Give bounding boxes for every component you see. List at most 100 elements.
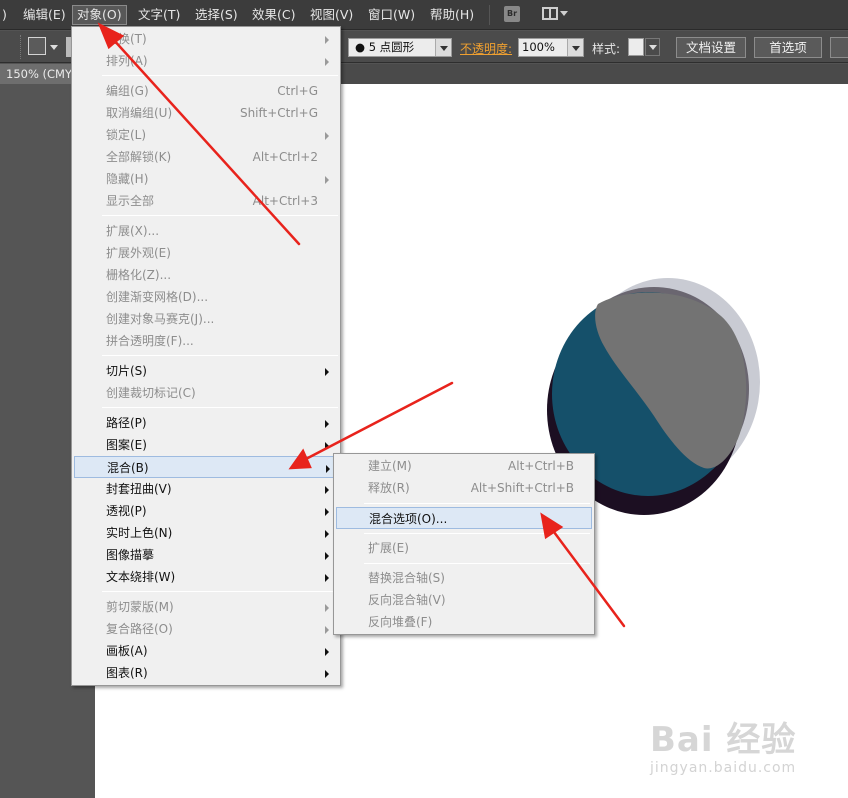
menu-item-label: 栅格化(Z)... (106, 268, 172, 282)
brush-profile-value: ● 5 点圆形 (355, 40, 415, 54)
menu-item-expand[interactable]: 扩展(X)... (74, 220, 338, 242)
menu-item-envelope-distort[interactable]: 封套扭曲(V) (74, 478, 338, 500)
menu-select[interactable]: 选择(S) (191, 5, 242, 25)
menu-item-label: 切片(S) (106, 364, 147, 378)
opacity-select[interactable]: 100% (518, 38, 584, 57)
menu-separator (102, 355, 338, 356)
menu-item-label: 建立(M) (368, 459, 412, 473)
submenu-arrow-icon (325, 604, 329, 612)
menu-item-label: 锁定(L) (106, 128, 147, 142)
watermark-logo: Bai 经验 (650, 720, 797, 760)
menu-separator (102, 215, 338, 216)
menubar-divider (489, 5, 490, 25)
bridge-icon[interactable]: Br (504, 6, 520, 22)
blend-item-expand[interactable]: 扩展(E) (336, 537, 592, 559)
menu-item-create-gradient-mesh[interactable]: 创建渐变网格(D)... (74, 286, 338, 308)
menu-item-label: 混合选项(O)... (369, 512, 448, 526)
workspace-switcher-icon[interactable] (542, 6, 570, 22)
menu-window[interactable]: 窗口(W) (364, 5, 419, 25)
menu-item-image-trace[interactable]: 图像描摹 (74, 544, 338, 566)
menu-partial[interactable]: ) (0, 5, 11, 25)
menu-item-label: 创建渐变网格(D)... (106, 290, 209, 304)
submenu-arrow-icon (325, 420, 329, 428)
menu-item-create-object-mosaic[interactable]: 创建对象马赛克(J)... (74, 308, 338, 330)
menu-item-expand-appearance[interactable]: 扩展外观(E) (74, 242, 338, 264)
brush-profile-select[interactable]: ● 5 点圆形 (348, 38, 452, 57)
menu-item-label: 显示全部 (106, 194, 155, 208)
menu-item-clipping-mask[interactable]: 剪切蒙版(M) (74, 596, 338, 618)
menu-item-path[interactable]: 路径(P) (74, 412, 338, 434)
chevron-down-icon (50, 45, 58, 50)
menu-item-label: 创建对象马赛克(J)... (106, 312, 215, 326)
menu-item-slice[interactable]: 切片(S) (74, 360, 338, 382)
menu-item-hide[interactable]: 隐藏(H) (74, 168, 338, 190)
opacity-label[interactable]: 不透明度: (460, 40, 512, 57)
graphic-style-select[interactable] (628, 38, 660, 57)
menu-item-label: 透视(P) (106, 504, 147, 518)
menu-type[interactable]: 文字(T) (134, 5, 184, 25)
submenu-arrow-icon (325, 442, 329, 450)
menu-item-label: 封套扭曲(V) (106, 482, 172, 496)
menu-item-artboards[interactable]: 画板(A) (74, 640, 338, 662)
menu-item-shortcut: Ctrl+G (277, 84, 318, 98)
menu-effect[interactable]: 效果(C) (248, 5, 299, 25)
align-icon[interactable] (830, 37, 848, 58)
menu-item-label: 替换混合轴(S) (368, 571, 445, 585)
menu-item-label: 实时上色(N) (106, 526, 173, 540)
menu-item-shortcut: Shift+Ctrl+G (239, 106, 318, 120)
menu-edit[interactable]: 编辑(E) (19, 5, 70, 25)
menu-item-transform[interactable]: 变换(T) (74, 28, 338, 50)
submenu-arrow-icon (325, 368, 329, 376)
submenu-arrow-icon (325, 670, 329, 678)
menu-item-lock[interactable]: 锁定(L) (74, 124, 338, 146)
menu-item-show-all[interactable]: 显示全部 Alt+Ctrl+3 (74, 190, 338, 212)
blend-item-reverse-front-to-back[interactable]: 反向堆叠(F) (336, 611, 592, 633)
submenu-arrow-icon (325, 508, 329, 516)
menu-item-blend[interactable]: 混合(B) (74, 456, 338, 478)
menu-item-shortcut: Alt+Ctrl+3 (252, 194, 318, 208)
menu-separator (364, 563, 590, 564)
menu-item-label: 图案(E) (106, 438, 147, 452)
menu-item-rasterize[interactable]: 栅格化(Z)... (74, 264, 338, 286)
menu-item-pattern[interactable]: 图案(E) (74, 434, 338, 456)
blend-item-make[interactable]: 建立(M) Alt+Ctrl+B (336, 455, 592, 477)
menu-item-compound-path[interactable]: 复合路径(O) (74, 618, 338, 640)
document-setup-button[interactable]: 文档设置 (676, 37, 746, 58)
menu-separator (102, 407, 338, 408)
preferences-button[interactable]: 首选项 (754, 37, 822, 58)
menu-item-label: 取消编组(U) (106, 106, 173, 120)
menu-item-graph[interactable]: 图表(R) (74, 662, 338, 684)
baidu-watermark: Bai 经验 jingyan.baidu.com (650, 712, 840, 782)
menu-item-label: 混合(B) (107, 461, 149, 475)
submenu-arrow-icon (325, 574, 329, 582)
menu-item-label: 图像描摹 (106, 548, 155, 562)
menu-separator (364, 533, 590, 534)
blend-item-release[interactable]: 释放(R) Alt+Shift+Ctrl+B (336, 477, 592, 499)
menu-separator (364, 503, 590, 504)
menu-item-arrange[interactable]: 排列(A) (74, 50, 338, 72)
menu-item-create-trim-marks[interactable]: 创建裁切标记(C) (74, 382, 338, 404)
blend-item-replace-spine[interactable]: 替换混合轴(S) (336, 567, 592, 589)
menu-item-shortcut: Alt+Shift+Ctrl+B (470, 481, 574, 495)
menu-item-perspective[interactable]: 透视(P) (74, 500, 338, 522)
menu-item-text-wrap[interactable]: 文本绕排(W) (74, 566, 338, 588)
submenu-arrow-icon (325, 530, 329, 538)
menu-item-flatten-transparency[interactable]: 拼合透明度(F)... (74, 330, 338, 352)
menu-item-label: 扩展(X)... (106, 224, 160, 238)
menu-view[interactable]: 视图(V) (306, 5, 357, 25)
blend-item-reverse-spine[interactable]: 反向混合轴(V) (336, 589, 592, 611)
menu-item-group[interactable]: 编组(G) Ctrl+G (74, 80, 338, 102)
chevron-down-icon[interactable] (645, 38, 660, 56)
watermark-url: jingyan.baidu.com (650, 760, 797, 776)
menu-help[interactable]: 帮助(H) (426, 5, 478, 25)
menu-object[interactable]: 对象(O) (72, 5, 127, 25)
menu-item-unlock-all[interactable]: 全部解锁(K) Alt+Ctrl+2 (74, 146, 338, 168)
blend-item-blend-options[interactable]: 混合选项(O)... (336, 507, 592, 529)
menu-item-ungroup[interactable]: 取消编组(U) Shift+Ctrl+G (74, 102, 338, 124)
chevron-down-icon[interactable] (435, 39, 451, 56)
submenu-arrow-icon (325, 36, 329, 44)
menu-item-label: 反向堆叠(F) (368, 615, 433, 629)
menu-item-live-paint[interactable]: 实时上色(N) (74, 522, 338, 544)
chevron-down-icon[interactable] (567, 39, 583, 56)
control-bar-grip[interactable] (20, 35, 22, 59)
